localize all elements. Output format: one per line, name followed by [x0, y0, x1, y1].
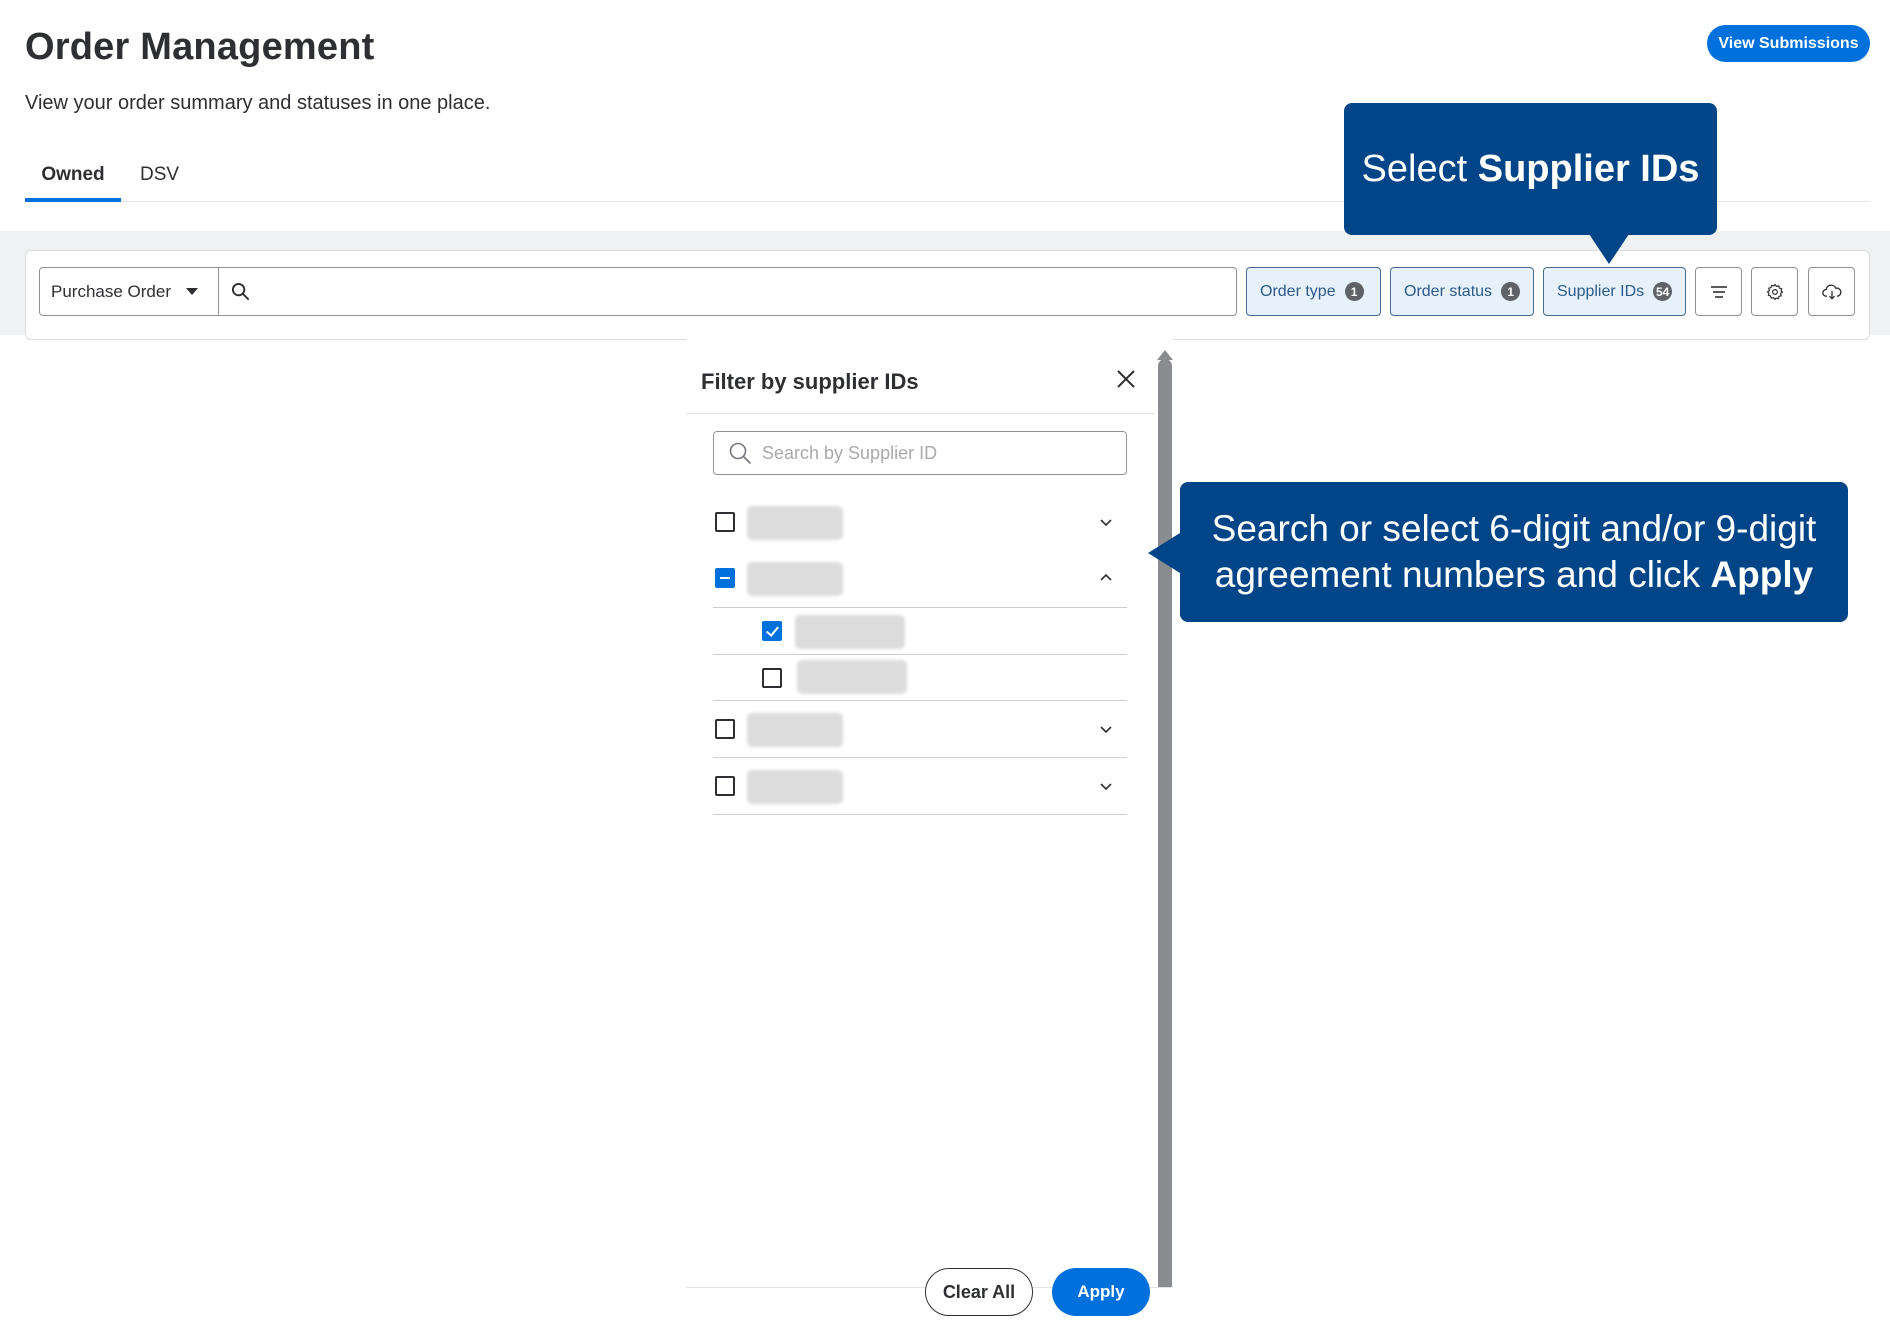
- page-subtitle: View your order summary and statuses in …: [25, 92, 491, 114]
- clear-all-button[interactable]: Clear All: [925, 1268, 1033, 1316]
- search-icon: [729, 442, 751, 464]
- chip-count-badge: 1: [1344, 282, 1364, 301]
- close-icon[interactable]: [1115, 368, 1137, 390]
- filter-list-icon: [1710, 285, 1727, 298]
- chevron-down-icon[interactable]: [1098, 778, 1114, 794]
- chevron-down-icon[interactable]: [1098, 514, 1114, 530]
- search-type-value: Purchase Order: [51, 281, 171, 301]
- supplier-group-row[interactable]: [713, 551, 1127, 608]
- chip-count-badge: 1: [1501, 282, 1521, 301]
- order-status-filter-chip[interactable]: Order status 1: [1390, 267, 1534, 316]
- chip-label: Supplier IDs: [1557, 282, 1645, 300]
- row-divider: [713, 814, 1127, 815]
- page-title: Order Management: [25, 26, 375, 68]
- chip-count-badge: 54: [1653, 282, 1673, 301]
- scrollbar[interactable]: [1158, 359, 1172, 1287]
- chevron-up-icon[interactable]: [1098, 569, 1114, 585]
- supplier-id-redacted: [747, 506, 843, 540]
- callout-text: agreement numbers and click: [1214, 554, 1711, 595]
- supplier-child-row[interactable]: [713, 655, 1127, 701]
- callout-bold-text: Supplier IDs: [1477, 147, 1700, 190]
- tab-owned[interactable]: Owned: [25, 160, 121, 202]
- download-button[interactable]: [1808, 267, 1855, 316]
- order-search-input[interactable]: [218, 267, 1237, 316]
- supplier-checkbox[interactable]: [762, 621, 782, 641]
- gear-icon: [1766, 283, 1783, 300]
- callout-text: Select: [1361, 147, 1478, 190]
- supplier-group-row[interactable]: [713, 701, 1127, 758]
- supplier-checkbox[interactable]: [715, 512, 735, 532]
- panel-divider: [686, 413, 1155, 414]
- chip-label: Order status: [1404, 282, 1493, 300]
- supplier-checkbox[interactable]: [715, 568, 735, 588]
- supplier-checkbox[interactable]: [715, 776, 735, 796]
- supplier-group-row[interactable]: [713, 495, 1127, 551]
- supplier-group-row[interactable]: [713, 758, 1127, 815]
- supplier-checkbox[interactable]: [762, 668, 782, 688]
- search-placeholder: Search by Supplier ID: [762, 442, 938, 463]
- cloud-download-icon: [1821, 284, 1842, 300]
- chevron-down-icon[interactable]: [1098, 721, 1114, 737]
- panel-title: Filter by supplier IDs: [701, 369, 919, 394]
- callout-text: Search or select 6-digit and/or 9-digit: [1211, 508, 1817, 549]
- supplier-child-row[interactable]: [713, 608, 1127, 655]
- search-icon: [231, 282, 250, 301]
- supplier-ids-filter-chip[interactable]: Supplier IDs 54: [1543, 267, 1686, 316]
- supplier-id-redacted: [795, 615, 905, 649]
- supplier-id-redacted: [747, 562, 843, 596]
- callout-bold-text: Apply: [1710, 554, 1814, 595]
- supplier-filter-panel: Filter by supplier IDs Search by Supplie…: [686, 335, 1173, 1320]
- supplier-search-input[interactable]: Search by Supplier ID: [713, 431, 1127, 475]
- caret-down-icon: [186, 288, 198, 295]
- apply-button[interactable]: Apply: [1052, 1268, 1150, 1316]
- tab-dsv[interactable]: DSV: [140, 160, 190, 202]
- supplier-id-redacted: [797, 660, 907, 694]
- filter-list-button[interactable]: [1695, 267, 1742, 316]
- chip-label: Order type: [1260, 282, 1336, 300]
- supplier-id-redacted: [747, 770, 843, 804]
- settings-button[interactable]: [1751, 267, 1798, 316]
- callout-search-instructions: Search or select 6-digit and/or 9-digit …: [1148, 482, 1848, 622]
- supplier-checkbox[interactable]: [715, 719, 735, 739]
- supplier-id-redacted: [747, 713, 843, 747]
- view-submissions-button[interactable]: View Submissions: [1707, 25, 1870, 62]
- order-type-filter-chip[interactable]: Order type 1: [1246, 267, 1381, 316]
- callout-select-supplier-ids: Select Supplier IDs: [1344, 103, 1717, 264]
- search-type-select[interactable]: Purchase Order: [39, 267, 219, 316]
